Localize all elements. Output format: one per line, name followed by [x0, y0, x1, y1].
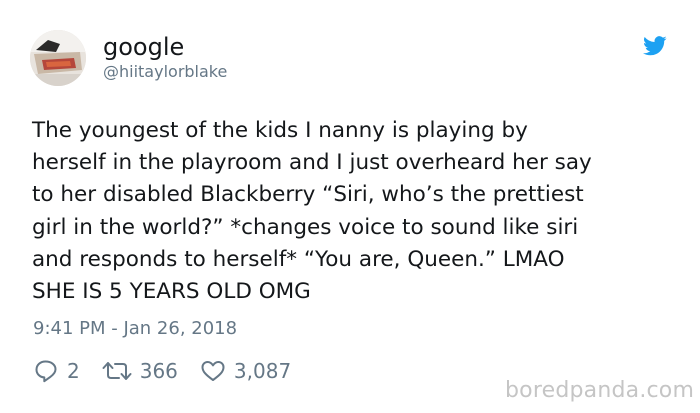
tweet-actions: 2 366 3,087 — [33, 357, 291, 385]
like-count: 3,087 — [233, 359, 292, 383]
heart-icon — [200, 358, 226, 384]
user-handle[interactable]: @hiitaylorblake — [103, 62, 227, 82]
retweet-icon — [102, 358, 132, 384]
display-name[interactable]: google — [103, 34, 184, 60]
reply-icon — [33, 358, 59, 384]
twitter-bird-icon[interactable] — [643, 36, 667, 56]
retweet-button[interactable]: 366 — [102, 358, 178, 384]
tweet-text: The youngest of the kids I nanny is play… — [32, 118, 592, 305]
avatar-image — [30, 30, 86, 86]
like-button[interactable]: 3,087 — [200, 358, 291, 384]
retweet-count: 366 — [139, 359, 178, 383]
avatar[interactable] — [30, 30, 86, 86]
watermark: boredpanda.com — [505, 378, 695, 403]
reply-count: 2 — [67, 359, 80, 383]
tweet-timestamp[interactable]: 9:41 PM - Jan 26, 2018 — [33, 318, 237, 340]
tweet-card: google @hiitaylorblake The youngest of t… — [0, 0, 700, 413]
reply-button[interactable]: 2 — [33, 358, 80, 384]
